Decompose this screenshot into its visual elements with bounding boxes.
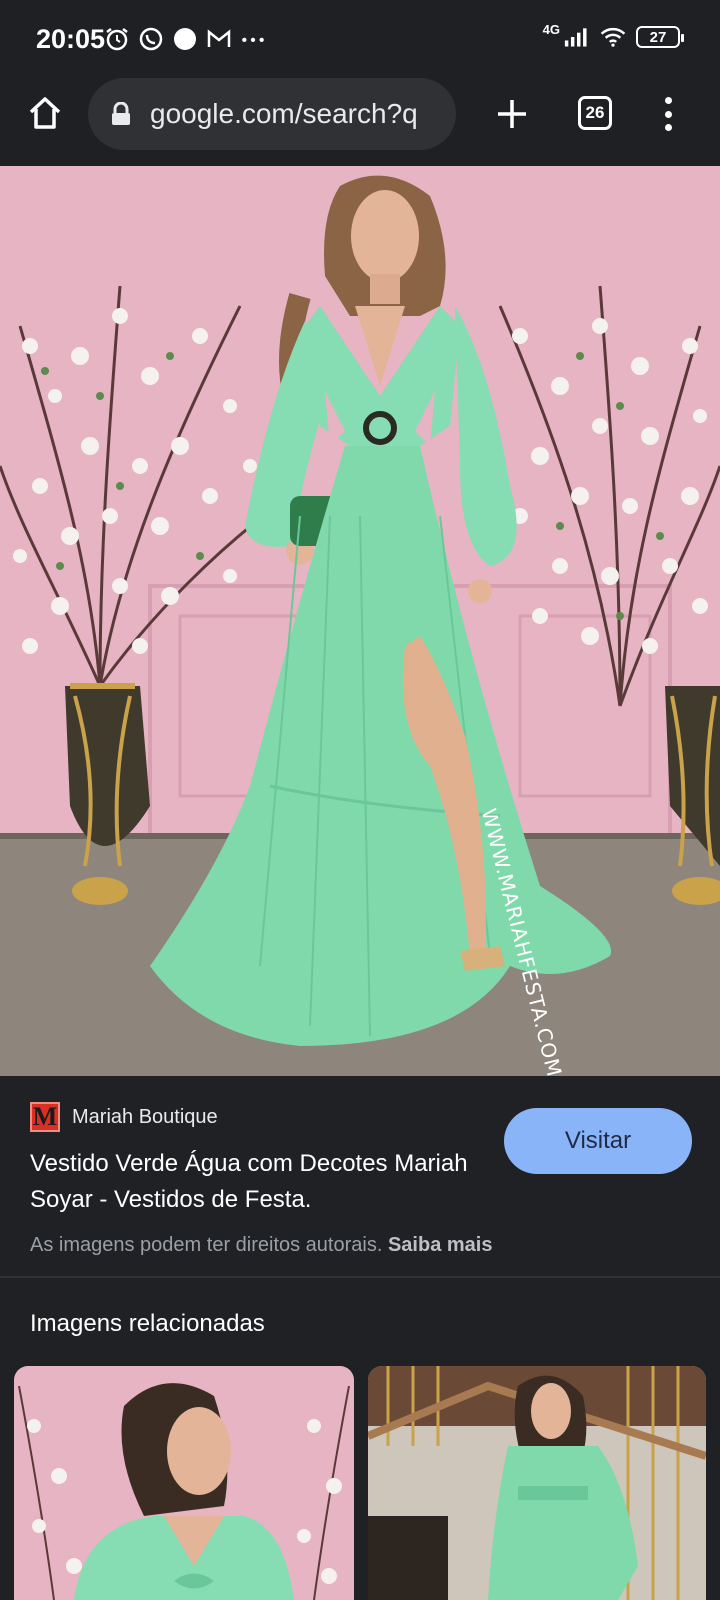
copyright-notice: As imagens podem ter direitos autorais. … <box>30 1234 492 1257</box>
source-name[interactable]: Mariah Boutique <box>72 1106 218 1129</box>
system-icons: 4G 27 <box>542 21 684 50</box>
result-image[interactable]: WWW.MARIAHFESTA.COM.BR <box>0 166 720 1076</box>
site-favicon-icon: M <box>30 1102 60 1132</box>
notification-icons <box>104 26 266 52</box>
related-photo-1 <box>14 1366 354 1600</box>
address-bar[interactable]: google.com/search?q <box>88 78 456 150</box>
battery-icon: 27 <box>636 26 684 48</box>
wifi-icon <box>600 24 626 50</box>
menu-button[interactable] <box>656 92 680 136</box>
copyright-text: As imagens podem ter direitos autorais. <box>30 1234 383 1256</box>
related-photo-2 <box>368 1366 706 1600</box>
plus-icon <box>498 100 526 128</box>
section-divider <box>0 1276 720 1278</box>
alarm-icon <box>104 26 130 52</box>
whatsapp-icon <box>138 26 164 52</box>
lock-icon[interactable] <box>110 102 132 126</box>
related-heading: Imagens relacionadas <box>30 1310 265 1337</box>
gmail-icon <box>206 26 232 52</box>
status-bar: 20:05 4G 27 <box>0 0 720 78</box>
related-image-2[interactable] <box>368 1366 706 1600</box>
browser-toolbar: google.com/search?q 26 <box>0 78 720 166</box>
home-icon <box>29 97 61 129</box>
result-info: M Mariah Boutique Vestido Verde Água com… <box>0 1076 720 1276</box>
new-tab-button[interactable] <box>490 92 534 136</box>
dress-photo <box>0 166 720 1076</box>
tab-count: 26 <box>585 103 605 122</box>
network-label: 4G <box>542 21 560 37</box>
source-row[interactable]: M Mariah Boutique <box>30 1102 218 1132</box>
result-title[interactable]: Vestido Verde Água com Decotes Mariah So… <box>30 1146 470 1218</box>
learn-more-link[interactable]: Saiba mais <box>388 1234 493 1256</box>
dot-icon <box>172 26 198 52</box>
more-icon <box>240 26 266 52</box>
url-text[interactable]: google.com/search?q <box>150 98 440 130</box>
status-time: 20:05 <box>36 24 106 54</box>
menu-icon <box>664 97 672 104</box>
related-image-1[interactable] <box>14 1366 354 1600</box>
visit-button[interactable]: Visitar <box>504 1108 692 1174</box>
home-button[interactable] <box>24 92 66 134</box>
battery-level: 27 <box>649 28 667 46</box>
signal-icon <box>564 24 590 50</box>
tab-switcher-button[interactable]: 26 <box>578 96 612 130</box>
